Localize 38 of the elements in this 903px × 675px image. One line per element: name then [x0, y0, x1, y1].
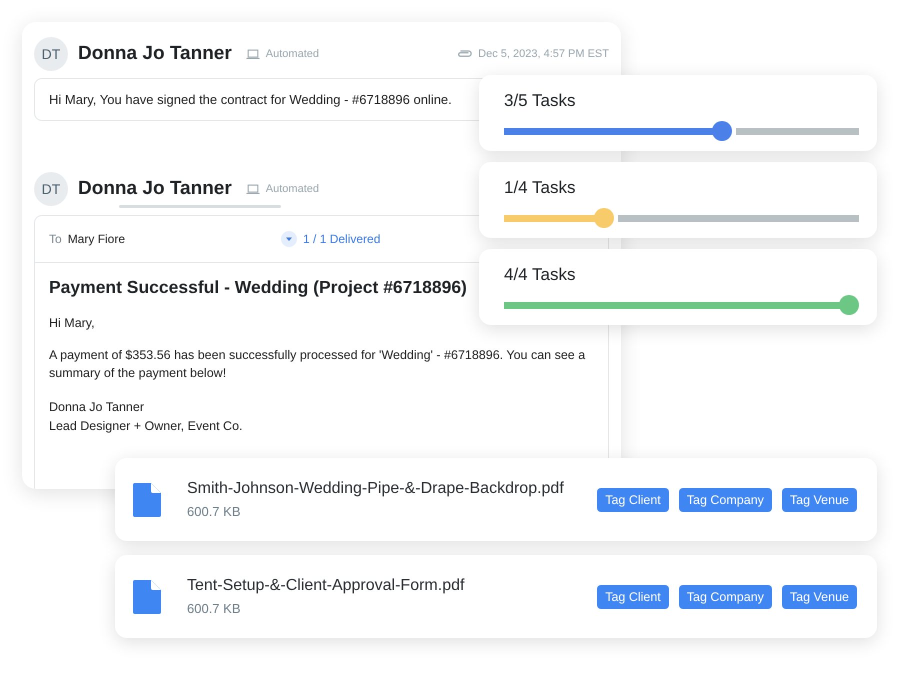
sender-name: Donna Jo Tanner: [78, 43, 232, 65]
email-paragraph: A payment of $353.56 has been successfully processed for 'Wedding' - #6718896. You can see a summary of the payment below!: [49, 347, 586, 382]
task-count: 3/5 Tasks: [504, 91, 577, 111]
avatar: DT: [34, 37, 68, 71]
laptop-icon: [246, 48, 260, 60]
delivery-status: 1 / 1 Delivered: [303, 232, 380, 246]
tag-button[interactable]: Tag Company: [678, 488, 772, 512]
tag-button[interactable]: Tag Venue: [782, 584, 857, 608]
document-icon: [133, 580, 161, 614]
avatar: DT: [34, 172, 68, 206]
progress-slider[interactable]: [504, 208, 859, 228]
sender-name: Donna Jo Tanner: [78, 178, 232, 200]
file-size: 600.7 KB: [187, 504, 242, 519]
email-paragraph: Hi Mary,: [49, 315, 96, 332]
document-icon: [133, 482, 161, 516]
progress-slider[interactable]: [504, 295, 859, 315]
tag-button[interactable]: Tag Company: [678, 584, 772, 608]
email-subject: Payment Successful - Wedding (Project #6718896): [49, 277, 468, 298]
task-count: 4/4 Tasks: [504, 265, 577, 285]
task-count: 1/4 Tasks: [504, 178, 577, 198]
dropdown-icon[interactable]: [281, 231, 298, 247]
progress-slider[interactable]: [504, 121, 859, 141]
laptop-icon: [246, 184, 260, 194]
tag-button[interactable]: Tag Venue: [782, 488, 857, 512]
signature-line: Lead Designer + Owner, Event Co.: [49, 418, 244, 435]
tag-button[interactable]: Tag Client: [597, 584, 669, 608]
signature-line: Donna Jo Tanner: [49, 399, 145, 416]
source-label: Automated: [266, 48, 319, 60]
recipient-name: Mary Fiore: [68, 232, 126, 246]
tag-button[interactable]: Tag Client: [597, 488, 669, 512]
message-text: Hi Mary, You have signed the contract for Wedding - #6718896 online.: [49, 92, 452, 107]
file-size: 600.7 KB: [187, 601, 242, 616]
timestamp: Dec 5, 2023, 4:57 PM EST: [478, 48, 609, 60]
source-label: Automated: [266, 183, 319, 195]
file-name: Smith-Johnson-Wedding-Pipe-&-Drape-Backdrop.pdf: [187, 480, 565, 498]
file-name: Tent-Setup-&-Client-Approval-Form.pdf: [187, 577, 466, 595]
paperclip-icon: [456, 50, 472, 58]
to-label: To: [49, 232, 62, 246]
